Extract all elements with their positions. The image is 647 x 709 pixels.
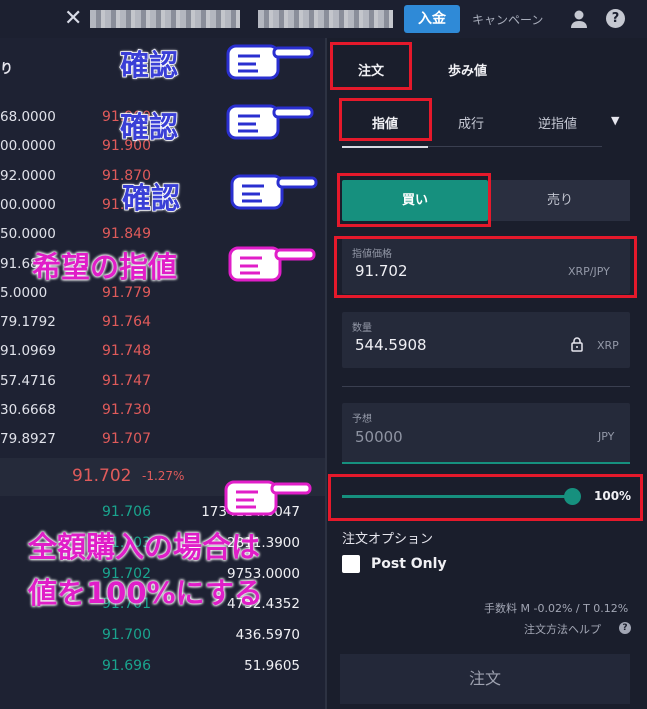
pointing-hand-icon	[226, 44, 314, 80]
estimate-underline	[342, 462, 630, 464]
account-id-redacted	[258, 10, 393, 28]
tab-trades[interactable]: 歩み値	[448, 60, 487, 79]
ask-row[interactable]: 79.8927 91.707	[0, 431, 326, 459]
help-icon[interactable]: ?	[606, 9, 625, 28]
post-only-label: Post Only	[371, 556, 447, 572]
ask-amount: 92.0000	[0, 167, 56, 184]
ask-row[interactable]: 57.4716 91.747	[0, 373, 326, 401]
post-only-checkbox[interactable]	[342, 555, 360, 573]
ask-amount: 68.0000	[0, 109, 56, 125]
options-title: 注文オプション	[342, 532, 434, 547]
estimate-field-label: 予想	[352, 414, 372, 425]
mid-change: -1.27%	[142, 469, 185, 483]
estimate-unit: JPY	[598, 430, 615, 443]
ask-price: 91.730	[102, 402, 151, 418]
pointing-hand-icon	[230, 174, 318, 210]
ask-amount: 91.0969	[0, 343, 56, 360]
ask-price: 91.779	[102, 284, 151, 301]
annotation-check-3: 確認	[121, 180, 181, 216]
bid-amount: 436.5970	[235, 627, 300, 644]
ask-row[interactable]: 79.1792 91.764	[0, 314, 326, 342]
highlight-box	[337, 173, 491, 227]
quantity-unit: XRP	[597, 339, 619, 352]
pointing-hand-icon	[228, 246, 316, 282]
estimate-input[interactable]: 50000	[355, 428, 403, 446]
ask-price: 91.764	[102, 314, 151, 331]
tab-baseline	[428, 146, 602, 147]
annotation-full-buy-2: 値を100%にする	[28, 576, 263, 610]
ordertype-stop[interactable]: 逆指値	[538, 113, 577, 132]
bid-row[interactable]: 91.696 51.9605	[0, 658, 326, 686]
bid-row[interactable]: 91.700 436.5970	[0, 627, 326, 655]
ask-amount: 30.6668	[0, 402, 56, 418]
ask-row[interactable]: 5.0000 91.779	[0, 285, 326, 313]
ask-amount: 50.0000	[0, 226, 56, 243]
highlight-box	[334, 236, 637, 298]
ordertype-market[interactable]: 成行	[458, 113, 484, 132]
ask-price: 91.707	[102, 431, 151, 448]
highlight-box	[328, 474, 643, 521]
field-divider	[342, 386, 630, 387]
ask-row[interactable]: 91.0969 91.748	[0, 343, 326, 371]
account-name-redacted	[90, 10, 240, 28]
bid-price: 91.700	[102, 627, 151, 644]
fee-text: 手数料 M -0.02% / T 0.12%	[484, 602, 629, 615]
help-icon[interactable]: ?	[619, 622, 631, 634]
close-icon[interactable]: ✕	[64, 6, 82, 31]
ask-price: 91.748	[102, 343, 151, 360]
annotation-check-1: 確認	[119, 47, 179, 83]
bid-price: 91.706	[102, 504, 151, 520]
ask-amount: 79.8927	[0, 431, 56, 448]
orderbook-header: り	[0, 62, 14, 77]
sell-button[interactable]: 売り	[490, 180, 630, 221]
mid-price: 91.702	[72, 466, 132, 486]
order-button[interactable]: 注文	[340, 654, 630, 704]
annotation-full-buy-1: 全額購入の場合は	[28, 530, 261, 564]
deposit-button[interactable]: 入金	[404, 5, 460, 33]
ask-amount: 00.0000	[0, 196, 56, 213]
quantity-input[interactable]: 544.5908	[355, 336, 427, 354]
pointing-hand-icon	[226, 104, 314, 140]
ask-amount: 57.4716	[0, 372, 56, 389]
ask-amount: 00.0000	[0, 138, 56, 155]
annotation-check-2: 確認	[119, 109, 179, 145]
ask-amount: 79.1792	[0, 314, 56, 331]
highlight-box	[339, 98, 432, 141]
annotation-limit-price: 希望の指値	[32, 250, 178, 284]
chevron-down-icon[interactable]: ▼	[611, 114, 619, 127]
ask-price: 91.849	[102, 226, 151, 243]
tab-underline	[342, 146, 428, 148]
highlight-box	[330, 42, 412, 90]
bid-amount: 51.9605	[244, 658, 300, 674]
campaign-link[interactable]: キャンペーン	[472, 11, 543, 28]
bid-price: 91.696	[102, 658, 151, 674]
user-icon[interactable]	[570, 9, 588, 29]
ask-row[interactable]: 30.6668 91.730	[0, 402, 326, 430]
quantity-field-label: 数量	[352, 323, 372, 334]
lock-icon[interactable]	[571, 337, 583, 352]
ask-price: 91.747	[102, 372, 151, 389]
ask-amount: 5.0000	[0, 284, 48, 301]
order-help-link[interactable]: 注文方法ヘルプ	[524, 621, 601, 637]
pointing-hand-icon	[224, 480, 312, 516]
